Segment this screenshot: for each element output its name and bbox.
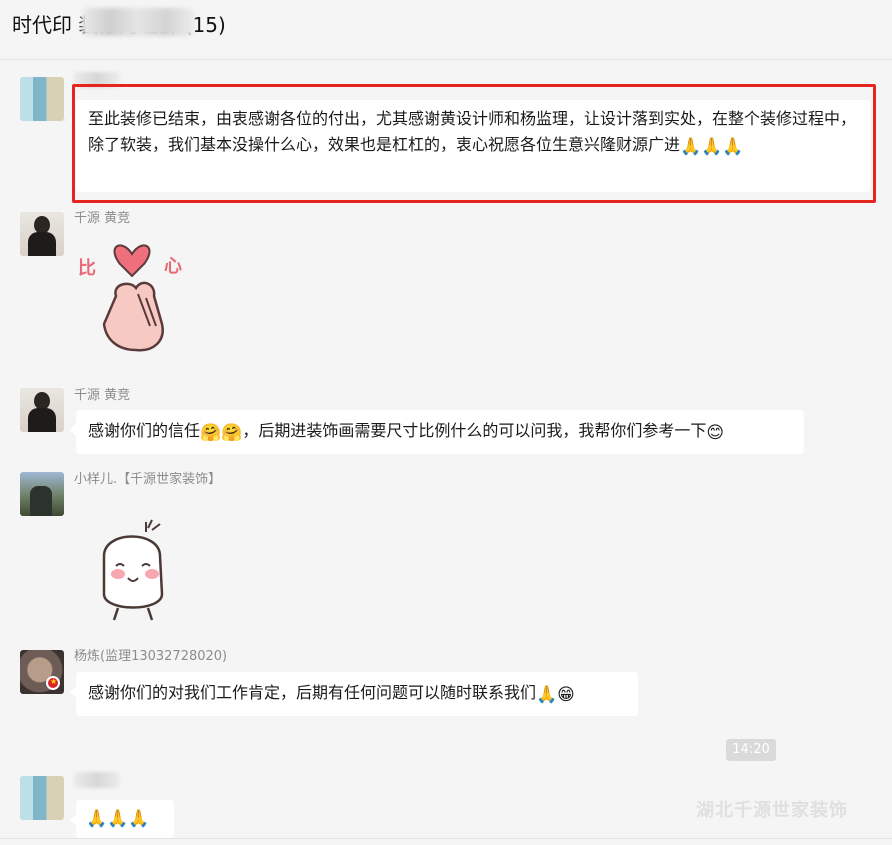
sticker-text: 比 (78, 258, 96, 279)
blurred-title-part (82, 8, 194, 36)
sender-name: 杨炼(监理13032728020) (74, 649, 228, 664)
avatar[interactable] (20, 472, 64, 516)
message-bubble[interactable]: 🙏🙏🙏 (70, 800, 174, 838)
blurred-sender-name (74, 772, 120, 788)
smile-emoji-icon: 😊 (706, 423, 725, 443)
cute-face-sticker[interactable] (90, 516, 176, 624)
heart-hand-sticker[interactable]: 比 心 (76, 234, 196, 358)
time-divider: 14:20 (726, 739, 776, 761)
watermark: 湖北千源世家装饰 (696, 800, 848, 821)
cute-face-icon (102, 519, 164, 621)
message-bubble[interactable]: 至此装修已结束，由衷感谢各位的付出，尤其感谢黄设计师和杨监理，让设计落到实处，在… (70, 100, 870, 192)
avatar[interactable] (20, 776, 64, 820)
hug-emoji-icon: 🤗🤗 (200, 423, 243, 443)
message-text: ，后期进装饰画需要尺寸比例什么的可以问我，我帮你们参考一下 (242, 421, 707, 440)
message-text: 感谢你们的对我们工作肯定，后期有任何问题可以随时联系我们 (88, 683, 537, 702)
sticker-text: 心 (164, 256, 182, 277)
blurred-sender-name (74, 72, 120, 88)
pray-emoji-icon: 🙏🙏🙏 (680, 137, 744, 157)
avatar[interactable] (20, 388, 64, 432)
sender-name: 千源 黄竞 (74, 388, 131, 403)
pray-emoji-icon: 🙏🙏🙏 (86, 809, 150, 829)
pray-grin-emoji-icon: 🙏😁 (536, 685, 575, 705)
sender-name: 小样儿.【千源世家装饰】 (74, 472, 222, 487)
china-flag-icon (46, 676, 60, 690)
divider-line (0, 838, 892, 839)
message-bubble[interactable]: 感谢你们的信任🤗🤗，后期进装饰画需要尺寸比例什么的可以问我，我帮你们参考一下😊 (70, 410, 804, 454)
avatar[interactable] (20, 77, 64, 121)
avatar[interactable] (20, 212, 64, 256)
message-text: 感谢你们的信任 (88, 421, 201, 440)
sender-name: 千源 黄竞 (74, 211, 131, 226)
message-bubble[interactable]: 感谢你们的对我们工作肯定，后期有任何问题可以随时联系我们🙏😁 (70, 672, 638, 716)
chat-header: 时代印 装修沟通群 (15) (0, 0, 892, 60)
